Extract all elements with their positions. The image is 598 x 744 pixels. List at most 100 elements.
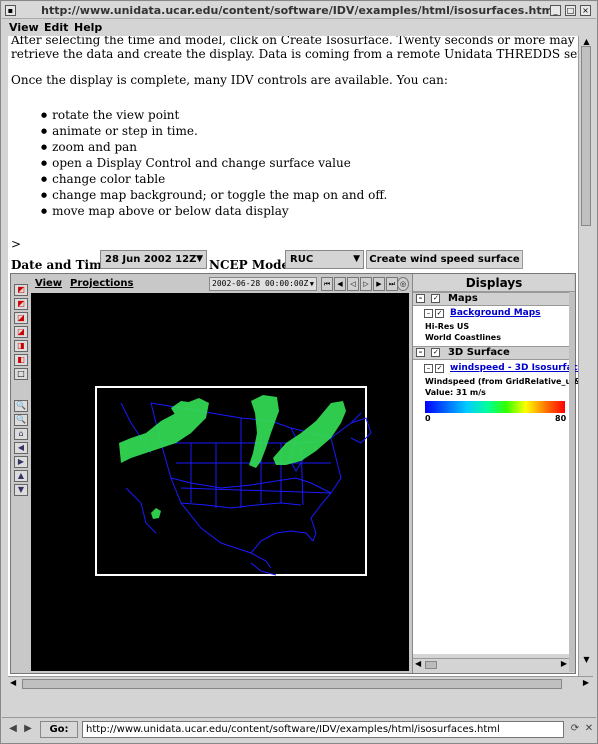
view-west-icon[interactable]: ◧ xyxy=(14,354,28,366)
play-forward-icon[interactable]: ▷ xyxy=(360,277,372,291)
checkbox-maps[interactable]: ✓ xyxy=(431,293,441,303)
displays-hscrollbar[interactable]: ◀ ▶ xyxy=(413,658,569,671)
colorbar-max: 80 xyxy=(555,414,567,423)
collapse-icon[interactable]: – xyxy=(416,293,425,303)
displays-header: Displays xyxy=(413,274,575,292)
idv-applet: ◩ ◩ ◪ ◪ ◨ ◧ □ 🔍 🔍 ⌂ ◀ ▶ ▲ ▼ View Project… xyxy=(10,273,578,674)
minimize-icon[interactable]: _ xyxy=(550,5,561,16)
scroll-right-icon[interactable]: ▶ xyxy=(561,659,567,668)
windspeed-value: Value: 31 m/s xyxy=(425,388,486,397)
scroll-right-icon[interactable]: ▶ xyxy=(583,678,589,687)
go-button[interactable]: Go: xyxy=(40,721,78,738)
color-table-bar[interactable] xyxy=(425,401,565,413)
collapse-icon[interactable]: – xyxy=(424,309,433,318)
windspeed-link[interactable]: windspeed - 3D Isosurface xyxy=(450,363,578,373)
scroll-down-icon[interactable]: ▼ xyxy=(581,654,592,665)
menu-edit[interactable]: Edit xyxy=(44,21,68,34)
pan-right-icon[interactable]: ▶ xyxy=(14,456,28,468)
list-item: rotate the view point xyxy=(41,108,387,124)
checkbox-windspeed[interactable]: ✓ xyxy=(435,364,444,373)
maps-section-label: Maps xyxy=(447,293,478,304)
date-select[interactable]: 28 Jun 2002 12Z ▼ xyxy=(100,250,207,269)
view-east-icon[interactable]: ◪ xyxy=(14,326,28,338)
list-item: zoom and pan xyxy=(41,140,387,156)
collapse-icon[interactable]: – xyxy=(424,364,433,373)
forward-icon[interactable]: ▶ xyxy=(21,721,35,737)
map-line-1: Hi-Res US xyxy=(425,322,470,331)
location-bar: ◀ ▶ Go: http://www.unidata.ucar.edu/cont… xyxy=(2,717,596,741)
window-title: http://www.unidata.ucar.edu/content/soft… xyxy=(41,4,557,17)
view-reset-icon[interactable]: □ xyxy=(14,368,28,380)
controls-list: rotate the view point animate or step in… xyxy=(41,108,387,220)
pan-down-icon[interactable]: ▼ xyxy=(14,484,28,496)
step-back-icon[interactable]: ◀ xyxy=(334,277,346,291)
time-select-value: 2002-06-28 00:00:00Z xyxy=(212,279,309,288)
back-icon[interactable]: ◀ xyxy=(6,721,20,737)
map-panel: View Projections 2002-06-28 00:00:00Z ▼ … xyxy=(31,276,409,672)
displays-panel: Displays – ✓ Maps – ✓ Background Maps Hi… xyxy=(412,274,578,673)
chevron-down-icon: ▼ xyxy=(196,254,203,264)
view-south-icon[interactable]: ◨ xyxy=(14,340,28,352)
stop-icon[interactable]: ✕ xyxy=(582,721,596,737)
checkbox-background-maps[interactable]: ✓ xyxy=(435,309,444,318)
surface-section[interactable]: – ✓ 3D Surface xyxy=(413,346,569,360)
checkbox-3d-surface[interactable]: ✓ xyxy=(431,347,441,357)
model-select[interactable]: RUC ▼ xyxy=(285,250,364,269)
map-canvas[interactable] xyxy=(31,293,409,671)
idv-menu-projections[interactable]: Projections xyxy=(70,278,133,289)
surface-section-label: 3D Surface xyxy=(447,347,510,358)
create-surface-button[interactable]: Create wind speed surface xyxy=(366,250,523,269)
pan-up-icon[interactable]: ▲ xyxy=(14,470,28,482)
home-icon[interactable]: ⌂ xyxy=(14,428,28,440)
list-item: change color table xyxy=(41,172,387,188)
scroll-left-icon[interactable]: ◀ xyxy=(10,678,16,687)
prompt-text: > xyxy=(11,237,22,251)
zoom-out-icon[interactable]: 🔍 xyxy=(14,414,28,426)
play-back-icon[interactable]: ◁ xyxy=(347,277,359,291)
displays-vscrollbar[interactable] xyxy=(569,292,575,672)
controls-intro: Once the display is complete, many IDV c… xyxy=(11,73,448,87)
menu-help[interactable]: Help xyxy=(74,21,102,34)
maps-section[interactable]: – ✓ Maps xyxy=(413,292,569,306)
menu-view[interactable]: View xyxy=(9,21,39,34)
time-select[interactable]: 2002-06-28 00:00:00Z ▼ xyxy=(209,277,317,291)
map-display xyxy=(95,386,372,576)
map-toolbar: View Projections 2002-06-28 00:00:00Z ▼ … xyxy=(31,276,409,292)
isosurface xyxy=(119,395,346,519)
zoom-in-icon[interactable]: 🔍 xyxy=(14,400,28,412)
page-vscrollbar[interactable]: ▲ ▼ xyxy=(578,36,593,676)
browser-window: ▪ http://www.unidata.ucar.edu/content/so… xyxy=(0,0,598,744)
maximize-icon[interactable]: □ xyxy=(565,5,576,16)
view-toolbar: ◩ ◩ ◪ ◪ ◨ ◧ □ 🔍 🔍 ⌂ ◀ ▶ ▲ ▼ xyxy=(13,276,29,672)
view-bottom-icon[interactable]: ◩ xyxy=(14,298,28,310)
hscroll-thumb[interactable] xyxy=(425,661,437,669)
page-hscrollbar[interactable]: ◀ ▶ xyxy=(8,676,593,691)
reload-icon[interactable]: ⟳ xyxy=(568,721,582,737)
menu-bar: View Edit Help xyxy=(2,20,596,36)
chevron-down-icon: ▼ xyxy=(309,280,314,288)
scroll-left-icon[interactable]: ◀ xyxy=(415,659,421,668)
idv-menu-view[interactable]: View xyxy=(35,278,62,289)
title-bar: ▪ http://www.unidata.ucar.edu/content/so… xyxy=(2,2,596,19)
animation-settings-icon[interactable]: ◎ xyxy=(397,277,409,291)
list-item: change map background; or toggle the map… xyxy=(41,188,387,204)
hscroll-thumb[interactable] xyxy=(22,679,562,689)
displays-list: – ✓ Maps – ✓ Background Maps Hi-Res US W… xyxy=(413,292,578,654)
view-north-icon[interactable]: ◪ xyxy=(14,312,28,324)
url-field[interactable]: http://www.unidata.ucar.edu/content/soft… xyxy=(82,721,564,738)
background-maps-link[interactable]: Background Maps xyxy=(450,308,541,318)
intro-line-2: retrieve the data and create the display… xyxy=(11,47,578,61)
view-top-icon[interactable]: ◩ xyxy=(14,284,28,296)
model-select-value: RUC xyxy=(290,254,314,265)
step-first-icon[interactable]: ⏮ xyxy=(321,277,333,291)
map-line-2: World Coastlines xyxy=(425,333,501,342)
close-icon[interactable]: × xyxy=(580,5,591,16)
list-item: animate or step in time. xyxy=(41,124,387,140)
vscroll-thumb[interactable] xyxy=(581,46,591,226)
pan-left-icon[interactable]: ◀ xyxy=(14,442,28,454)
step-forward-icon[interactable]: ▶ xyxy=(373,277,385,291)
colorbar-min: 0 xyxy=(425,414,431,423)
collapse-icon[interactable]: – xyxy=(416,347,425,357)
date-label: Date and Time: xyxy=(11,258,114,272)
html-content: After selecting the time and model, clic… xyxy=(8,36,578,676)
